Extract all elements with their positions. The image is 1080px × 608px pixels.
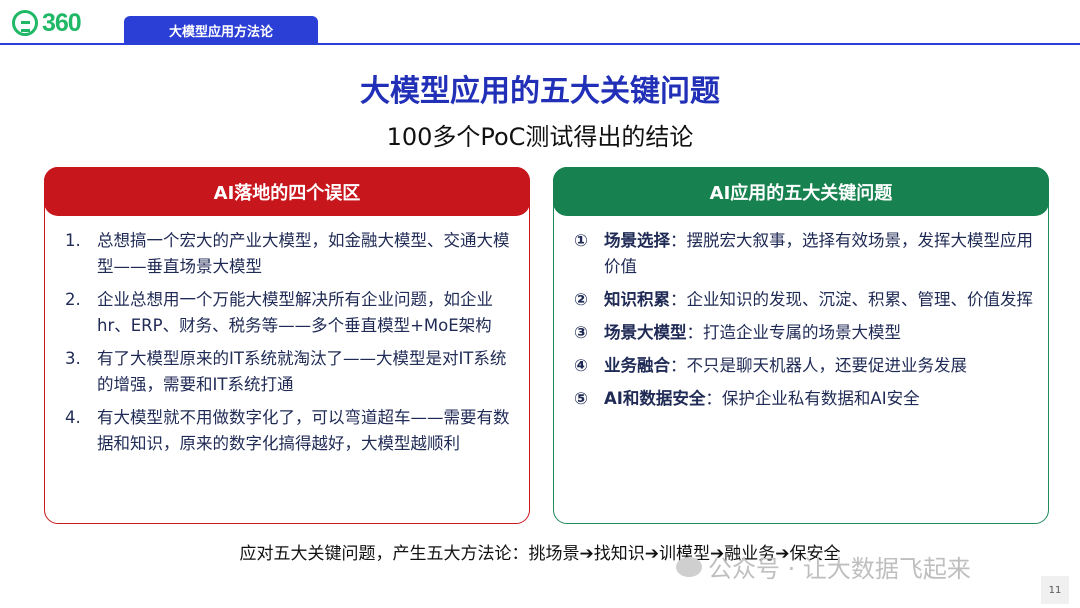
item-text: 有大模型就不用做数字化了，可以弯道超车——需要有数据和知识，原来的数字化搞得越好… [97,408,510,453]
list-item: ② 知识积累：企业知识的发现、沉淀、积累、管理、价值发挥 [574,287,1034,313]
watermark-text: 公众号 · 让大数据飞起来 [708,555,971,583]
key-issues-list: ① 场景选择：摆脱宏大叙事，选择有效场景，发挥大模型应用价值 ② 知识积累：企业… [574,228,1034,419]
page-number: 11 [1041,576,1069,604]
item-keyword: 知识积累 [604,290,670,309]
item-description: ：打造企业专属的场景大模型 [686,323,902,342]
item-text: 总想搞一个宏大的产业大模型，如金融大模型、交通大模型——垂直场景大模型 [97,231,510,276]
key-issues-panel-heading: AI应用的五大关键问题 [553,167,1049,216]
list-item: 4. 有大模型就不用做数字化了，可以弯道超车——需要有数据和知识，原来的数字化搞… [65,405,517,457]
slide-subtitle: 100多个PoC测试得出的结论 [386,123,694,151]
logo-icon [12,10,38,36]
item-number: 4. [65,408,81,427]
item-number: 2. [65,290,81,309]
top-bar: 360 大模型应用方法论 [0,0,1080,44]
mistakes-list: 1. 总想搞一个宏大的产业大模型，如金融大模型、交通大模型——垂直场景大模型 2… [65,228,517,464]
item-keyword: AI和数据安全 [604,389,706,408]
item-number: 1. [65,231,81,250]
logo-text: 360 [42,8,82,37]
circled-number: ⑤ [574,389,588,408]
circled-number: ② [574,290,588,309]
item-description: ：企业知识的发现、沉淀、积累、管理、价值发挥 [670,290,1033,309]
list-item: ⑤ AI和数据安全：保护企业私有数据和AI安全 [574,386,1034,412]
list-item: 3. 有了大模型原来的IT系统就淘汰了——大模型是对IT系统的增强，需要和IT系… [65,346,517,398]
item-keyword: 场景大模型 [604,323,687,342]
header-divider [0,43,1080,45]
watermark: 公众号 · 让大数据飞起来 [676,549,971,584]
brand-logo: 360 [12,8,82,37]
item-text: 场景选择：摆脱宏大叙事，选择有效场景，发挥大模型应用价值 [604,228,1034,280]
item-description: ：保护企业私有数据和AI安全 [705,389,920,408]
slide-title: 大模型应用的五大关键问题 [360,74,720,109]
item-description: ：不只是聊天机器人，还要促进业务发展 [670,356,967,375]
wechat-icon [676,556,702,577]
item-text: 场景大模型：打造企业专属的场景大模型 [604,320,1034,346]
mistakes-panel-heading: AI落地的四个误区 [44,167,530,216]
mistakes-panel: AI落地的四个误区 1. 总想搞一个宏大的产业大模型，如金融大模型、交通大模型—… [44,167,530,524]
item-text: AI和数据安全：保护企业私有数据和AI安全 [604,386,1034,412]
circled-number: ③ [574,323,588,342]
item-keyword: 业务融合 [604,356,670,375]
item-text: 有了大模型原来的IT系统就淘汰了——大模型是对IT系统的增强，需要和IT系统打通 [97,349,507,394]
circled-number: ① [574,231,588,250]
section-tab: 大模型应用方法论 [124,16,318,44]
item-number: 3. [65,349,81,368]
item-keyword: 场景选择 [604,231,670,250]
item-text: 业务融合：不只是聊天机器人，还要促进业务发展 [604,353,1034,379]
list-item: 2. 企业总想用一个万能大模型解决所有企业问题，如企业hr、ERP、财务、税务等… [65,287,517,339]
item-text: 知识积累：企业知识的发现、沉淀、积累、管理、价值发挥 [604,287,1034,313]
list-item: ③ 场景大模型：打造企业专属的场景大模型 [574,320,1034,346]
list-item: 1. 总想搞一个宏大的产业大模型，如金融大模型、交通大模型——垂直场景大模型 [65,228,517,280]
key-issues-panel: AI应用的五大关键问题 ① 场景选择：摆脱宏大叙事，选择有效场景，发挥大模型应用… [553,167,1049,524]
circled-number: ④ [574,356,588,375]
list-item: ④ 业务融合：不只是聊天机器人，还要促进业务发展 [574,353,1034,379]
list-item: ① 场景选择：摆脱宏大叙事，选择有效场景，发挥大模型应用价值 [574,228,1034,280]
item-text: 企业总想用一个万能大模型解决所有企业问题，如企业hr、ERP、财务、税务等——多… [97,290,493,335]
